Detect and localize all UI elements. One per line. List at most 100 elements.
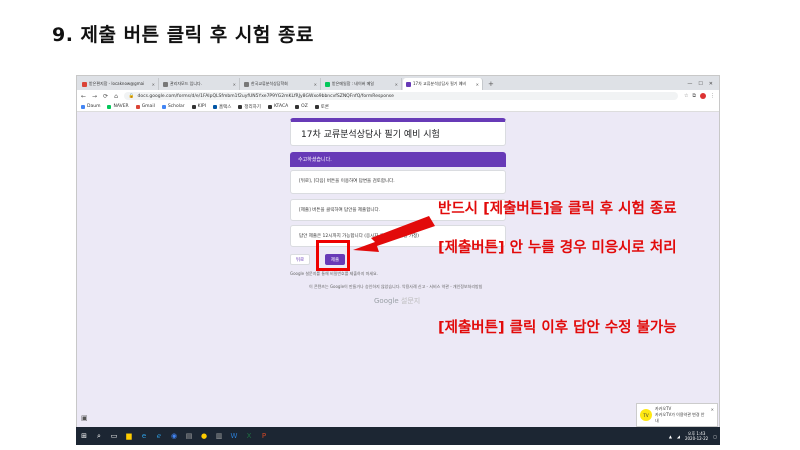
naver-icon — [325, 81, 330, 87]
bookmarks-bar: Daum NAVER Gmail Scholar KIPI 홈택스 정리하기 K… — [77, 102, 719, 112]
bookmark-discussion[interactable]: 토론 — [314, 104, 329, 110]
globe-icon — [244, 81, 249, 87]
close-icon[interactable]: ✕ — [152, 82, 155, 87]
edge-icon[interactable]: e — [139, 431, 149, 441]
globe-icon — [163, 81, 168, 87]
forward-arrow-icon[interactable]: → — [92, 93, 97, 100]
close-icon[interactable]: ✕ — [476, 82, 479, 87]
close-icon[interactable]: ✕ — [711, 407, 714, 412]
back-button[interactable]: 뒤로 — [290, 254, 310, 265]
search-icon[interactable]: ⌕ — [94, 431, 104, 441]
notification-body: 카카오TV 카카오TV가 이용약관 변경 안내 — [655, 406, 708, 424]
annotation-3: [제출버튼] 클릭 이후 답안 수정 불가능 — [438, 320, 677, 336]
annotation-2: [제출버튼] 안 누를 경우 미응시로 처리 — [438, 240, 677, 256]
forms-icon — [406, 81, 411, 87]
taskbar: ⊞ ⌕ ▭ ▆ e ℯ ◉ ▤ ● ▥ W X P ▲ ◢ 오후 1:43 20… — [76, 427, 720, 445]
password-warning: Google 설문지를 통해 비밀번호를 제출하지 마세요. — [290, 271, 378, 276]
volume-icon[interactable]: ◢ — [677, 434, 680, 439]
extension-icon[interactable]: ⧉ — [692, 93, 696, 99]
close-icon[interactable]: ✕ — [314, 82, 317, 87]
bookmark-oz[interactable]: OZ — [295, 104, 308, 109]
powerpoint-icon[interactable]: P — [259, 431, 269, 441]
close-icon[interactable]: ✕ — [395, 82, 398, 87]
bookmark-gmail[interactable]: Gmail — [135, 104, 155, 109]
bookmark-icon — [314, 104, 319, 109]
tab-admin[interactable]: 관리자모드 입니다. ✕ — [160, 78, 240, 90]
slide-title: 9. 제출 버튼 클릭 후 시험 종료 — [52, 24, 314, 46]
windows-start-icon[interactable]: ⊞ — [79, 431, 89, 441]
instruction-text: [뒤로], [다음] 버튼을 이용하여 답변을 검토합니다. — [299, 179, 395, 184]
home-icon[interactable]: ⌂ — [114, 93, 118, 100]
network-icon[interactable]: ▲ — [669, 434, 672, 439]
bookmark-organize[interactable]: 정리하기 — [238, 104, 261, 110]
submit-highlight-box — [316, 240, 350, 271]
section-banner: 수고하셨습니다. — [290, 152, 506, 167]
bookmark-icon — [267, 104, 272, 109]
close-window-icon[interactable]: ✕ — [709, 78, 713, 90]
notification-message: 카카오TV가 이용약관 변경 안내 — [655, 412, 705, 423]
kakaotalk-icon[interactable]: ● — [199, 431, 209, 441]
tab-ktaca[interactable]: 한국교류분석상담학회 ✕ — [241, 78, 321, 90]
avatar[interactable] — [700, 93, 706, 99]
bookmark-kipi[interactable]: KIPI — [191, 104, 206, 109]
tab-naver-mail[interactable]: 받은메일함 : 네이버 메일 ✕ — [322, 78, 402, 90]
bookmark-daum[interactable]: Daum — [81, 104, 100, 109]
app-icon[interactable]: ▥ — [214, 431, 224, 441]
annotation-1: 반드시 [제출버튼]을 클릭 후 시험 종료 — [438, 201, 677, 217]
bookmark-icon — [212, 104, 217, 109]
bookmark-icon — [161, 104, 166, 109]
close-icon[interactable]: ✕ — [233, 82, 236, 87]
app-icon[interactable]: ▤ — [184, 431, 194, 441]
bookmark-icon — [191, 104, 196, 109]
system-tray: ▲ ◢ 오후 1:43 2020-12-22 ▢ — [669, 431, 717, 441]
tab-bar: 받은편지함 - locaknow@gmai ✕ 관리자모드 입니다. ✕ 한국교… — [77, 76, 719, 90]
slide: 9. 제출 버튼 클릭 후 시험 종료 받은편지함 - locaknow@gma… — [0, 0, 800, 450]
word-icon[interactable]: W — [229, 431, 239, 441]
bookmark-icon — [81, 104, 85, 109]
url-text: docs.google.com/forms/d/e/1FAIpQLSfmbm1f… — [137, 93, 394, 99]
excel-icon[interactable]: X — [244, 431, 254, 441]
menu-icon[interactable]: ⋮ — [710, 93, 715, 99]
footer-disclaimer[interactable]: 이 콘텐츠는 Google이 만들거나 승인하지 않았습니다. 악용사례 신고 … — [309, 284, 482, 290]
chrome-icon[interactable]: ◉ — [169, 431, 179, 441]
bookmark-hometax[interactable]: 홈택스 — [212, 104, 231, 110]
notification-center-icon[interactable]: ▢ — [713, 434, 717, 439]
minimize-icon[interactable]: — — [687, 78, 692, 90]
window-controls: — ☐ ✕ — [681, 78, 719, 90]
notification-toast[interactable]: TV 카카오TV 카카오TV가 이용약관 변경 안내 ✕ — [636, 403, 718, 427]
kakao-tv-icon: TV — [640, 409, 652, 421]
back-arrow-icon[interactable]: ← — [81, 93, 86, 100]
tab-google-form[interactable]: 17차 교류분석상담사 필기 예비 ✕ — [403, 78, 483, 90]
bookmark-icon — [107, 104, 112, 109]
bookmark-icon — [238, 104, 243, 109]
bookmark-icon — [295, 104, 300, 109]
browser-window: 받은편지함 - locaknow@gmai ✕ 관리자모드 입니다. ✕ 한국교… — [76, 75, 720, 445]
new-tab-icon[interactable]: + — [484, 78, 498, 90]
feedback-icon[interactable]: ▣ — [81, 414, 88, 422]
bookmark-scholar[interactable]: Scholar — [161, 104, 185, 109]
bookmark-naver[interactable]: NAVER — [107, 104, 129, 109]
form-page: 17차 교류분석상담사 필기 예비 시험 수고하셨습니다. [뒤로], [다음]… — [77, 112, 719, 426]
address-actions: ☆ ⧉ ⋮ — [684, 93, 715, 99]
lock-icon: 🔒 — [128, 93, 135, 99]
tab-label: 받은메일함 : 네이버 메일 — [332, 81, 374, 86]
explorer-icon[interactable]: ▆ — [124, 431, 134, 441]
tab-label: 관리자모드 입니다. — [170, 81, 202, 86]
maximize-icon[interactable]: ☐ — [698, 78, 702, 90]
tab-label: 받은편지함 - locaknow@gmai — [89, 81, 145, 86]
tab-label: 한국교류분석상담학회 — [251, 81, 288, 86]
gmail-icon — [82, 81, 87, 87]
ie-icon[interactable]: ℯ — [154, 431, 164, 441]
clock[interactable]: 오후 1:43 2020-12-22 — [685, 431, 708, 441]
address-bar: ← → ⟳ ⌂ 🔒 docs.google.com/forms/d/e/1FAI… — [77, 90, 719, 102]
task-view-icon[interactable]: ▭ — [109, 431, 119, 441]
reload-icon[interactable]: ⟳ — [103, 93, 108, 100]
instruction-card: [뒤로], [다음] 버튼을 이용하여 답변을 검토합니다. — [290, 170, 506, 194]
star-icon[interactable]: ☆ — [684, 93, 688, 99]
url-input[interactable]: 🔒 docs.google.com/forms/d/e/1FAIpQLSfmbm… — [123, 92, 678, 100]
tab-label: 17차 교류분석상담사 필기 예비 — [413, 81, 467, 86]
tab-gmail[interactable]: 받은편지함 - locaknow@gmai ✕ — [79, 78, 159, 90]
bookmark-ktaca[interactable]: KTACA — [267, 104, 288, 109]
red-arrow-icon — [353, 216, 435, 252]
google-forms-logo: Google 설문지 — [374, 297, 421, 305]
